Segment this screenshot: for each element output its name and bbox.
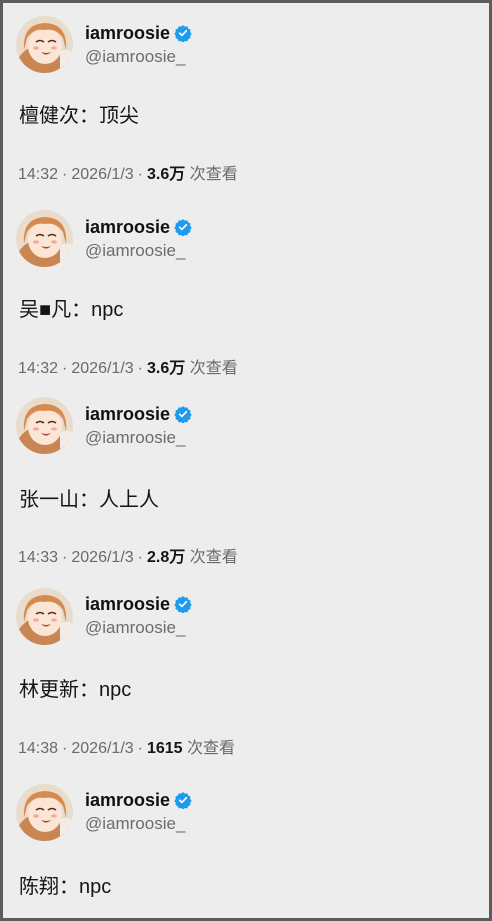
verified-badge-icon (174, 25, 192, 42)
post-meta: 14:38 · 2026/1/3 · 1615 次查看 (18, 739, 235, 759)
view-label: 次查看 (187, 740, 236, 757)
separator: · (62, 166, 68, 183)
avatar[interactable] (16, 397, 73, 454)
post-date[interactable]: 2026/1/3 (71, 549, 133, 566)
post-time[interactable]: 14:32 (18, 360, 58, 377)
avatar[interactable] (16, 588, 73, 645)
separator: · (137, 549, 143, 566)
display-name[interactable]: iamroosie (85, 789, 192, 811)
view-count: 2.8万 (146, 549, 186, 566)
post-date[interactable]: 2026/1/3 (71, 740, 133, 757)
display-name[interactable]: iamroosie (85, 22, 192, 44)
verified-badge-icon (174, 596, 192, 613)
handle[interactable]: @iamroosie_ (85, 46, 185, 68)
avatar[interactable] (16, 784, 73, 841)
post-date[interactable]: 2026/1/3 (71, 166, 133, 183)
display-name[interactable]: iamroosie (85, 403, 192, 425)
display-name[interactable]: iamroosie (85, 593, 192, 615)
view-count: 3.6万 (146, 360, 186, 377)
display-name[interactable]: iamroosie (85, 216, 192, 238)
view-count: 3.6万 (146, 166, 186, 183)
screenshot-frame: iamroosie @iamroosie_ 檀健次：顶尖 14:32 · 2026/… (3, 3, 489, 918)
view-label: 次查看 (189, 360, 238, 377)
post-time[interactable]: 14:33 (18, 549, 58, 566)
handle[interactable]: @iamroosie_ (85, 240, 185, 262)
separator: · (62, 740, 68, 757)
post-meta: 14:33 · 2026/1/3 · 2.8万 次查看 (18, 548, 238, 568)
post-meta: 14:32 · 2026/1/3 · 3.6万 次查看 (18, 359, 238, 379)
post-meta: 14:32 · 2026/1/3 · 3.6万 次查看 (18, 165, 238, 185)
avatar[interactable] (16, 210, 73, 267)
avatar[interactable] (16, 16, 73, 73)
verified-badge-icon (174, 219, 192, 236)
post-date[interactable]: 2026/1/3 (71, 360, 133, 377)
verified-badge-icon (174, 406, 192, 423)
handle[interactable]: @iamroosie_ (85, 427, 185, 449)
separator: · (137, 360, 143, 377)
handle[interactable]: @iamroosie_ (85, 617, 185, 639)
post-text: 吴■凡：npc (19, 299, 124, 321)
handle[interactable]: @iamroosie_ (85, 813, 185, 835)
separator: · (137, 166, 143, 183)
view-label: 次查看 (189, 549, 238, 566)
view-label: 次查看 (189, 166, 238, 183)
post-text: 张一山：人上人 (19, 489, 159, 511)
post-time[interactable]: 14:38 (18, 740, 58, 757)
separator: · (62, 360, 68, 377)
post-text: 陈翔：npc (19, 876, 112, 898)
view-count: 1615 (146, 740, 183, 757)
separator: · (137, 740, 143, 757)
verified-badge-icon (174, 792, 192, 809)
post-text: 檀健次：顶尖 (19, 105, 139, 127)
separator: · (62, 549, 68, 566)
post-text: 林更新：npc (19, 679, 132, 701)
post-time[interactable]: 14:32 (18, 166, 58, 183)
